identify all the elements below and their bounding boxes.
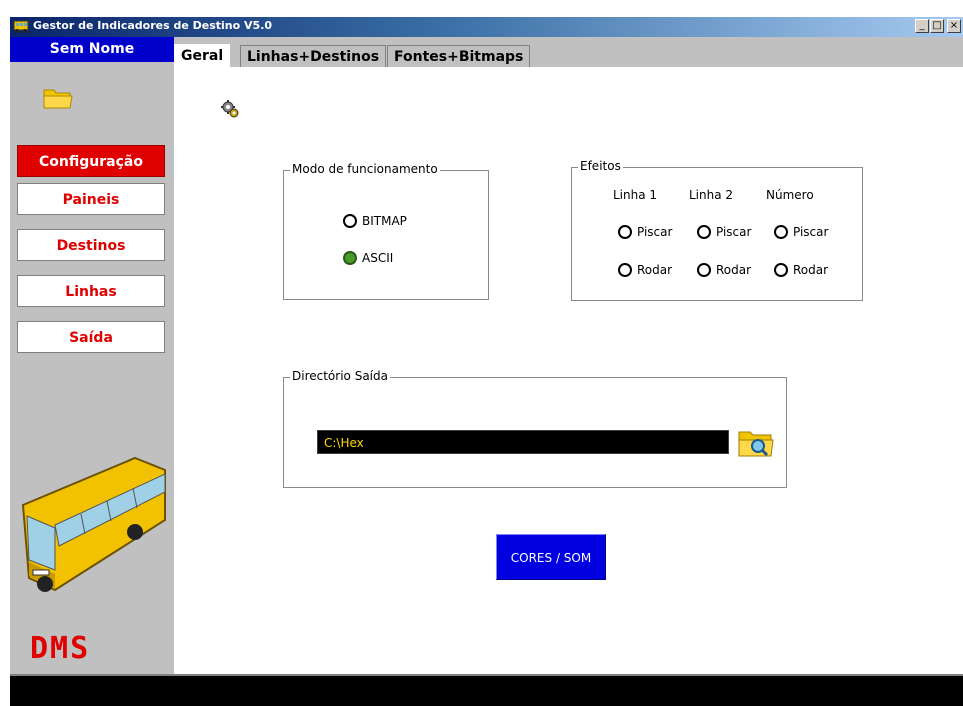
col-linha-2: Linha 2 bbox=[689, 188, 734, 202]
sidebar-item-saida[interactable]: Saída bbox=[17, 321, 165, 353]
col-linha-1: Linha 1 bbox=[613, 188, 658, 202]
modo-group: Modo de funcionamento BITMAP ASCII bbox=[283, 162, 489, 300]
radio-linha2-rodar[interactable]: Rodar bbox=[697, 263, 751, 277]
open-folder-icon[interactable] bbox=[42, 84, 74, 110]
radio-numero-piscar-label: Piscar bbox=[793, 225, 829, 239]
tab-content-geral: Modo de funcionamento BITMAP ASCII Efeit… bbox=[174, 67, 963, 676]
tab-bar: Geral Linhas+Destinos Fontes+Bitmaps bbox=[174, 37, 963, 69]
radio-bitmap-indicator[interactable] bbox=[343, 214, 357, 228]
maximize-button[interactable]: □ bbox=[930, 19, 944, 33]
radio-linha1-piscar[interactable]: Piscar bbox=[618, 225, 672, 239]
sidebar: Sem Nome Configuração Paineis Destinos L… bbox=[10, 37, 174, 676]
radio-linha2-rodar-label: Rodar bbox=[716, 263, 752, 277]
sidebar-item-paineis[interactable]: Paineis bbox=[17, 183, 165, 215]
efeitos-group-legend: Efeitos bbox=[578, 159, 623, 173]
close-button[interactable]: × bbox=[947, 19, 961, 33]
sidebar-item-destinos[interactable]: Destinos bbox=[17, 229, 165, 261]
bus-illustration bbox=[21, 456, 166, 592]
sidebar-item-configuracao[interactable]: Configuração bbox=[17, 145, 165, 177]
radio-ascii-label: ASCII bbox=[362, 251, 394, 265]
sidebar-item-linhas[interactable]: Linhas bbox=[17, 275, 165, 307]
radio-ascii-indicator[interactable] bbox=[343, 251, 357, 265]
window-title-bar[interactable]: Gestor de Indicadores de Destino V5.0 _ … bbox=[10, 17, 963, 37]
efeitos-group: Efeitos Linha 1 Linha 2 Número Piscar Pi… bbox=[571, 159, 863, 301]
gears-icon[interactable] bbox=[220, 99, 240, 119]
radio-linha1-piscar-indicator[interactable] bbox=[618, 225, 632, 239]
tab-fontes-bitmaps[interactable]: Fontes+Bitmaps bbox=[387, 45, 531, 68]
radio-linha2-rodar-indicator[interactable] bbox=[697, 263, 711, 277]
browse-folder-icon[interactable] bbox=[737, 426, 775, 458]
radio-ascii[interactable]: ASCII bbox=[343, 251, 393, 265]
radio-bitmap-label: BITMAP bbox=[362, 214, 407, 228]
col-numero: Número bbox=[766, 188, 814, 202]
radio-numero-rodar[interactable]: Rodar bbox=[774, 263, 828, 277]
radio-linha1-piscar-label: Piscar bbox=[637, 225, 673, 239]
radio-linha2-piscar-label: Piscar bbox=[716, 225, 752, 239]
modo-group-legend: Modo de funcionamento bbox=[290, 162, 440, 176]
window-title: Gestor de Indicadores de Destino V5.0 bbox=[33, 19, 273, 32]
radio-linha1-rodar-label: Rodar bbox=[637, 263, 673, 277]
minimize-button[interactable]: _ bbox=[915, 19, 929, 33]
radio-numero-rodar-label: Rodar bbox=[793, 263, 829, 277]
saida-group-legend: Directório Saída bbox=[290, 369, 390, 383]
status-bar bbox=[10, 676, 963, 706]
saida-group: Directório Saída C:\Hex bbox=[283, 369, 787, 488]
radio-linha1-rodar[interactable]: Rodar bbox=[618, 263, 672, 277]
radio-numero-piscar[interactable]: Piscar bbox=[774, 225, 828, 239]
radio-numero-rodar-indicator[interactable] bbox=[774, 263, 788, 277]
radio-linha1-rodar-indicator[interactable] bbox=[618, 263, 632, 277]
dms-logo: DMS bbox=[30, 631, 91, 666]
radio-linha2-piscar-indicator[interactable] bbox=[697, 225, 711, 239]
radio-numero-piscar-indicator[interactable] bbox=[774, 225, 788, 239]
tab-linhas-destinos[interactable]: Linhas+Destinos bbox=[240, 45, 387, 68]
radio-linha2-piscar[interactable]: Piscar bbox=[697, 225, 751, 239]
output-directory-field[interactable]: C:\Hex bbox=[317, 430, 729, 454]
radio-bitmap[interactable]: BITMAP bbox=[343, 214, 407, 228]
client-area: Sem Nome Configuração Paineis Destinos L… bbox=[10, 37, 963, 706]
project-name-label: Sem Nome bbox=[10, 37, 174, 62]
bus-app-icon bbox=[13, 20, 29, 33]
tab-geral[interactable]: Geral bbox=[174, 44, 231, 69]
cores-som-button[interactable]: CORES / SOM bbox=[496, 534, 606, 580]
